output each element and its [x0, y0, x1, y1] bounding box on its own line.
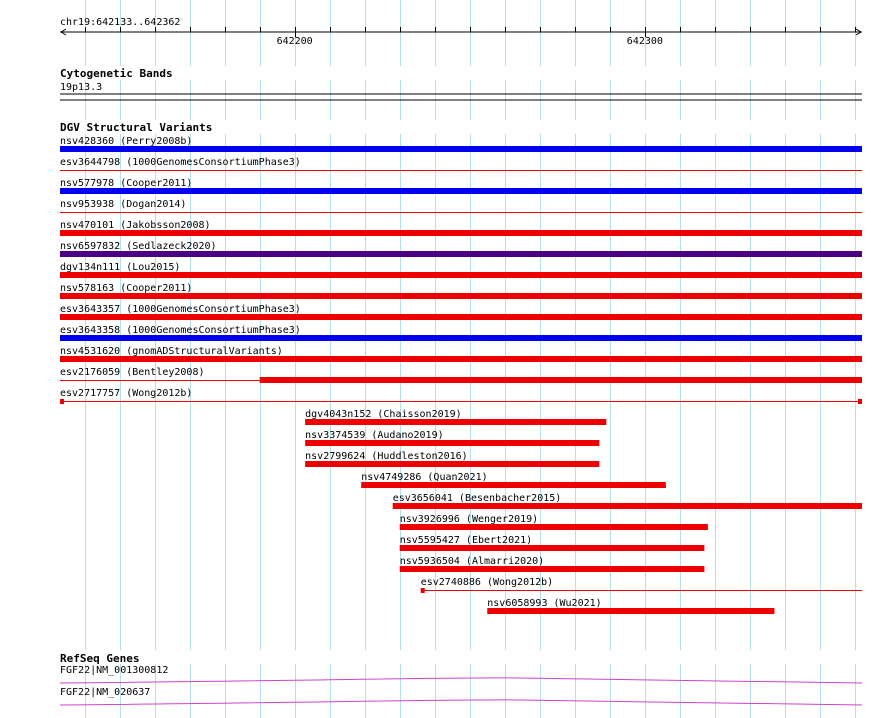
refseq-gene-list: FGF22|NM_001300812 FGF22|NM_020637 — [59, 665, 863, 706]
dgv-feature[interactable]: esv3643358 (1000GenomesConsortiumPhase3) — [60, 325, 862, 341]
dgv-feature[interactable]: esv3643357 (1000GenomesConsortiumPhase3) — [60, 304, 862, 320]
dgv-feature-bar — [60, 293, 862, 299]
refseq-gene[interactable]: FGF22|NM_020637 — [59, 687, 863, 706]
dgv-feature-bar — [259, 377, 862, 383]
dgv-feature-bar — [399, 545, 705, 551]
dgv-feature-bar — [399, 566, 705, 572]
dgv-feature[interactable]: nsv6058993 (Wu2021) — [487, 598, 775, 614]
dgv-feature-bar — [305, 440, 600, 446]
dgv-feature-label: nsv578163 (Cooper2011) — [60, 283, 192, 294]
dgv-feature[interactable]: esv3644798 (1000GenomesConsortiumPhase3) — [60, 157, 862, 171]
dgv-feature[interactable]: nsv428360 (Perry2008b) — [60, 136, 862, 152]
dgv-feature-bar — [60, 335, 862, 341]
refseq-gene-line — [59, 677, 863, 684]
dgv-feature-bar — [60, 314, 862, 320]
dgv-feature[interactable]: esv2740886 (Wong2012b) — [420, 577, 862, 593]
dgv-feature[interactable]: nsv5595427 (Ebert2021) — [399, 535, 705, 551]
dgv-feature-bar — [60, 251, 862, 257]
dgv-feature[interactable]: nsv3374539 (Audano2019) — [305, 430, 600, 446]
dgv-feature-bar — [60, 188, 862, 194]
dgv-feature-end-block — [858, 399, 862, 404]
dgv-feature-label: esv2740886 (Wong2012b) — [421, 577, 553, 588]
cytoband-track-title: Cytogenetic Bands — [60, 67, 173, 80]
ruler-tick-label: 642300 — [627, 36, 663, 47]
dgv-feature-label: nsv3926996 (Wenger2019) — [400, 514, 538, 525]
refseq-gene-line — [59, 699, 863, 706]
dgv-feature[interactable]: esv2176059 (Bentley2008) — [60, 367, 862, 383]
dgv-feature[interactable]: nsv6597832 (Sedlazeck2020) — [60, 241, 862, 257]
dgv-feature[interactable]: nsv953938 (Dogan2014) — [60, 199, 862, 213]
dgv-feature-bar — [487, 608, 775, 614]
dgv-structural-variants-track[interactable]: DGV Structural Variants nsv428360 (Perry… — [0, 120, 890, 614]
dgv-track-title: DGV Structural Variants — [60, 121, 212, 134]
dgv-feature-label: nsv5595427 (Ebert2021) — [400, 535, 532, 546]
dgv-feature-end-block — [420, 588, 425, 593]
dgv-feature-label: nsv3374539 (Audano2019) — [305, 430, 443, 441]
dgv-feature-label: dgv134n111 (Lou2015) — [60, 262, 180, 273]
dgv-feature[interactable]: nsv470101 (Jakobsson2008) — [60, 220, 862, 236]
dgv-feature-label: esv3656041 (Besenbacher2015) — [393, 493, 562, 504]
dgv-feature[interactable]: nsv4531620 (gnomADStructuralVariants) — [60, 346, 862, 362]
refseq-gene-label: FGF22|NM_001300812 — [60, 665, 168, 676]
refseq-track-title: RefSeq Genes — [60, 652, 139, 665]
ruler-tick-labels: 642200 642300 — [277, 36, 663, 47]
dgv-feature-bar — [392, 503, 862, 509]
dgv-feature-bar — [60, 356, 862, 362]
dgv-feature-bar — [361, 482, 666, 488]
genome-browser-image: chr19:642133..642362 642200 642300 Cytoge… — [0, 0, 890, 718]
dgv-feature-label: nsv4749286 (Quan2021) — [361, 472, 487, 483]
dgv-feature-bar — [399, 524, 708, 530]
dgv-feature-label: esv3643358 (1000GenomesConsortiumPhase3) — [60, 325, 301, 336]
dgv-feature-label: nsv577978 (Cooper2011) — [60, 178, 192, 189]
dgv-feature-label: esv3643357 (1000GenomesConsortiumPhase3) — [60, 304, 301, 315]
dgv-feature-label: nsv6597832 (Sedlazeck2020) — [60, 241, 217, 252]
cytoband-label: 19p13.3 — [60, 82, 102, 93]
refseq-genes-track[interactable]: RefSeq Genes FGF22|NM_001300812FGF22|NM_… — [0, 650, 890, 706]
dgv-features: nsv428360 (Perry2008b) esv3644798 (1000Ge… — [60, 136, 862, 614]
dgv-feature-bar — [60, 230, 862, 236]
dgv-feature[interactable]: dgv4043n152 (Chaisson2019) — [305, 409, 607, 425]
dgv-feature-end-block — [60, 399, 64, 404]
dgv-feature-bar — [60, 146, 862, 152]
dgv-feature-label: nsv428360 (Perry2008b) — [60, 136, 192, 147]
dgv-feature[interactable]: nsv2799624 (Huddleston2016) — [305, 451, 600, 467]
dgv-feature[interactable]: nsv4749286 (Quan2021) — [361, 472, 666, 488]
dgv-feature-label: esv2717757 (Wong2012b) — [60, 388, 192, 399]
dgv-feature[interactable]: dgv134n111 (Lou2015) — [60, 262, 862, 278]
dgv-feature-label: nsv953938 (Dogan2014) — [60, 199, 186, 210]
dgv-feature-label: esv3644798 (1000GenomesConsortiumPhase3) — [60, 157, 301, 168]
dgv-feature-label: nsv6058993 (Wu2021) — [487, 598, 601, 609]
dgv-feature-bar — [305, 419, 607, 425]
dgv-feature-bar — [305, 461, 600, 467]
cytoband-track[interactable]: Cytogenetic Bands 19p13.3 — [0, 66, 890, 101]
dgv-feature-label: nsv5936504 (Almarri2020) — [400, 556, 545, 567]
dgv-feature-bar — [60, 272, 862, 278]
dgv-feature[interactable]: esv2717757 (Wong2012b) — [60, 388, 862, 404]
dgv-feature-label: dgv4043n152 (Chaisson2019) — [305, 409, 462, 420]
refseq-gene[interactable]: FGF22|NM_001300812 — [59, 665, 863, 684]
refseq-gene-label: FGF22|NM_020637 — [60, 687, 150, 698]
dgv-feature-label: nsv4531620 (gnomADStructuralVariants) — [60, 346, 283, 357]
dgv-feature-label: nsv2799624 (Huddleston2016) — [305, 451, 468, 462]
dgv-feature[interactable]: nsv5936504 (Almarri2020) — [399, 556, 705, 572]
ruler-tick-label: 642200 — [277, 36, 313, 47]
dgv-feature[interactable]: nsv578163 (Cooper2011) — [60, 283, 862, 299]
dgv-feature[interactable]: nsv3926996 (Wenger2019) — [399, 514, 708, 530]
position-ruler[interactable]: chr19:642133..642362 642200 642300 — [60, 17, 862, 47]
dgv-feature[interactable]: esv3656041 (Besenbacher2015) — [392, 493, 862, 509]
dgv-feature-label: nsv470101 (Jakobsson2008) — [60, 220, 211, 231]
dgv-feature[interactable]: nsv577978 (Cooper2011) — [60, 178, 862, 194]
dgv-feature-label: esv2176059 (Bentley2008) — [60, 367, 205, 378]
ruler-position-label: chr19:642133..642362 — [60, 17, 180, 28]
